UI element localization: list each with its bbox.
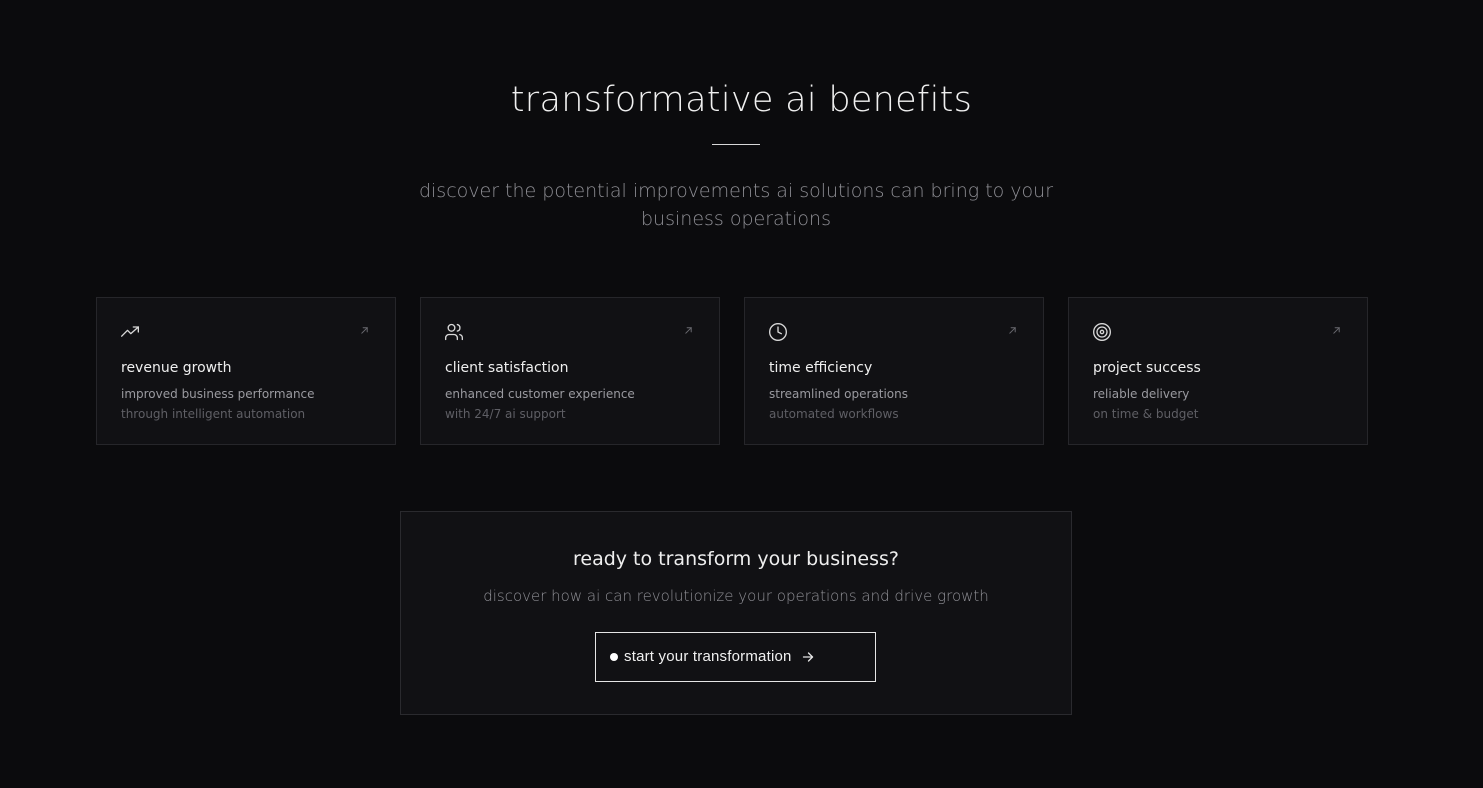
target-icon <box>1092 322 1112 342</box>
card-subtext: with 24/7 ai support <box>445 407 566 421</box>
card-title: project success <box>1093 360 1201 376</box>
users-icon <box>444 322 464 342</box>
section-title: transformative ai benefits <box>510 80 973 120</box>
dot-icon <box>610 653 618 661</box>
arrow-up-right-icon <box>360 326 369 335</box>
card-title: revenue growth <box>121 360 232 376</box>
card-description: streamlined operations <box>769 387 909 401</box>
card-description: reliable delivery <box>1093 387 1190 401</box>
cta-title: ready to transform your business? <box>572 548 900 570</box>
arrow-up-right-icon <box>1008 326 1017 335</box>
start-transformation-button[interactable]: start your transformation <box>595 632 876 682</box>
cta-description: discover how ai can revolutionize your o… <box>483 587 989 605</box>
button-label: start your transformation <box>624 648 792 665</box>
benefit-card-time-efficiency[interactable]: time efficiency streamlined operations a… <box>744 297 1044 445</box>
card-subtext: automated workflows <box>769 407 899 421</box>
benefit-card-client-satisfaction[interactable]: client satisfaction enhanced customer ex… <box>420 297 720 445</box>
card-subtext: on time & budget <box>1093 407 1199 421</box>
card-title: client satisfaction <box>445 360 569 376</box>
benefit-cards: revenue growth improved business perform… <box>96 297 1368 445</box>
clock-icon <box>768 322 788 342</box>
section-subtitle: discover the potential improvements ai s… <box>418 180 1054 230</box>
trending-up-icon <box>120 322 140 342</box>
card-description: enhanced customer experience <box>445 387 635 401</box>
cta-panel: ready to transform your business? discov… <box>400 511 1072 715</box>
benefit-card-revenue-growth[interactable]: revenue growth improved business perform… <box>96 297 396 445</box>
card-title: time efficiency <box>769 360 873 376</box>
arrow-right-icon <box>802 651 814 663</box>
benefit-card-project-success[interactable]: project success reliable delivery on tim… <box>1068 297 1368 445</box>
card-subtext: through intelligent automation <box>121 407 306 421</box>
title-divider <box>712 144 760 145</box>
arrow-up-right-icon <box>684 326 693 335</box>
benefits-section: transformative ai benefits discover the … <box>0 0 1483 788</box>
card-description: improved business performance <box>121 387 315 401</box>
arrow-up-right-icon <box>1332 326 1341 335</box>
